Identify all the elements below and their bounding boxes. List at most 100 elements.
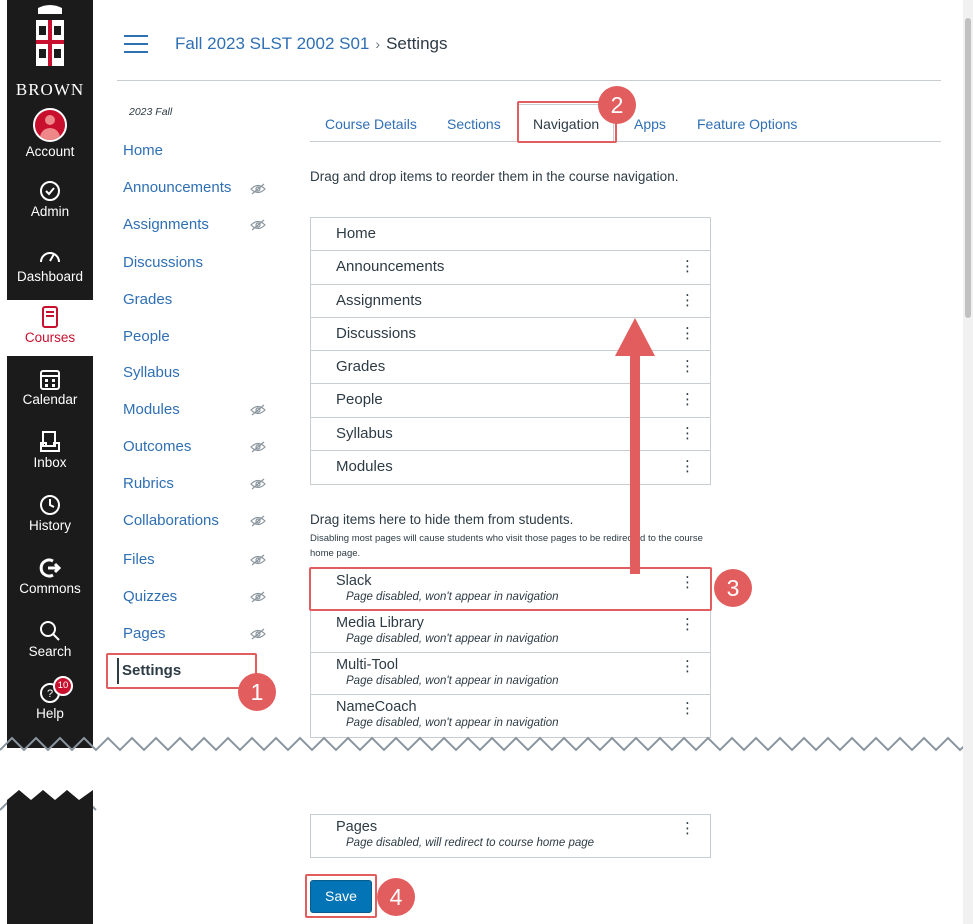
tabs-divider: [310, 141, 941, 142]
course-nav-collaborations[interactable]: Collaborations: [123, 512, 219, 529]
course-nav-people[interactable]: People: [123, 328, 170, 345]
list-item-label: Media Library: [336, 615, 424, 631]
inbox-icon: [40, 431, 60, 452]
course-nav-discussions[interactable]: Discussions: [123, 254, 203, 271]
drag-up-arrow-icon: [615, 318, 655, 574]
list-item-label: Home: [336, 225, 377, 242]
eye-slash-icon: [250, 219, 266, 231]
course-nav-outcomes[interactable]: Outcomes: [123, 438, 191, 455]
course-nav-grades[interactable]: Grades: [123, 291, 172, 308]
list-item[interactable]: Pages Page disabled, will redirect to cou…: [311, 815, 710, 857]
calendar-icon: [40, 370, 60, 390]
course-nav-home[interactable]: Home: [123, 142, 163, 159]
course-nav-syllabus[interactable]: Syllabus: [123, 364, 180, 381]
list-item-label: Pages: [336, 819, 378, 835]
breadcrumb-course-link[interactable]: Fall 2023 SLST 2002 S01: [175, 34, 369, 53]
list-item-status: Page disabled, won't appear in navigatio…: [346, 633, 559, 645]
shield-crest-icon: [36, 5, 64, 66]
kebab-menu-icon[interactable]: ⋮: [680, 701, 695, 716]
step-marker-2: 2: [598, 86, 636, 124]
list-item-label: Assignments: [336, 291, 422, 309]
list-item[interactable]: Assignments ⋮: [311, 285, 710, 318]
tab-course-details[interactable]: Course Details: [325, 116, 417, 132]
hamburger-menu-icon[interactable]: [124, 35, 148, 55]
global-nav-label: Dashboard: [16, 269, 84, 284]
global-nav-dashboard[interactable]: Dashboard: [7, 245, 93, 284]
brand-name: BROWN: [15, 80, 85, 99]
kebab-menu-icon[interactable]: ⋮: [680, 259, 695, 274]
breadcrumb-current: Settings: [386, 34, 448, 53]
speedometer-icon: [40, 252, 60, 263]
global-nav-label: Account: [25, 144, 75, 159]
global-nav-search[interactable]: Search: [7, 620, 93, 659]
global-nav-commons[interactable]: Commons: [7, 557, 93, 596]
highlight-box-save: [305, 874, 377, 918]
tab-feature-options[interactable]: Feature Options: [697, 116, 797, 132]
account-avatar: [33, 108, 67, 142]
clock-icon: [40, 495, 60, 515]
eye-slash-icon: [250, 478, 266, 490]
global-nav-courses[interactable]: Courses: [7, 300, 93, 356]
global-nav-label: Calendar: [22, 392, 78, 407]
list-item-label: Modules: [336, 458, 393, 476]
list-item[interactable]: Media Library Page disabled, won't appear…: [311, 611, 710, 653]
kebab-menu-icon[interactable]: ⋮: [680, 659, 695, 674]
global-nav-label: Help: [36, 706, 64, 721]
list-item-label: Multi-Tool: [336, 657, 399, 673]
global-nav-label: Search: [28, 644, 72, 659]
global-nav-help[interactable]: ? 10 Help: [7, 676, 93, 721]
list-item-label: Grades: [336, 358, 386, 376]
highlight-box-settings: [106, 653, 257, 689]
step-marker-3: 3: [714, 569, 752, 607]
eye-slash-icon: [250, 441, 266, 453]
eye-slash-icon: [250, 628, 266, 640]
scrollbar-thumb[interactable]: [965, 18, 971, 318]
list-item-status: Page disabled, won't appear in navigatio…: [346, 675, 559, 687]
global-nav-label: Commons: [19, 581, 81, 596]
page-scrollbar[interactable]: [963, 0, 973, 924]
course-nav-files[interactable]: Files: [123, 551, 155, 568]
eye-slash-icon: [250, 554, 266, 566]
book-icon: [42, 306, 58, 328]
kebab-menu-icon[interactable]: ⋮: [680, 359, 695, 374]
kebab-menu-icon[interactable]: ⋮: [680, 821, 695, 836]
shield-icon: [40, 181, 60, 201]
list-item[interactable]: Announcements ⋮: [311, 251, 710, 285]
course-nav-rubrics[interactable]: Rubrics: [123, 475, 174, 492]
list-item-status: Page disabled, won't appear in navigatio…: [346, 717, 559, 729]
eye-slash-icon: [250, 404, 266, 416]
global-nav-calendar[interactable]: Calendar: [7, 368, 93, 407]
global-nav-label: Admin: [30, 204, 70, 219]
header-divider: [117, 80, 941, 81]
hidden-nav-list-continued: Pages Page disabled, will redirect to cou…: [310, 814, 711, 858]
step-marker-4: 4: [377, 878, 415, 916]
share-arrow-icon: [39, 558, 61, 578]
global-nav-history[interactable]: History: [7, 494, 93, 533]
list-item-label: People: [336, 391, 383, 409]
list-item-label: Discussions: [336, 324, 417, 342]
list-item[interactable]: Home: [311, 218, 710, 252]
brown-logo[interactable]: BROWN: [7, 0, 93, 100]
kebab-menu-icon[interactable]: ⋮: [680, 326, 695, 341]
global-nav-lower: [7, 800, 93, 924]
reorder-instructions: Drag and drop items to reorder them in t…: [310, 169, 679, 184]
hidden-section-title: Drag items here to hide them from studen…: [310, 512, 574, 527]
course-nav-modules[interactable]: Modules: [123, 401, 180, 418]
global-nav-inbox[interactable]: Inbox: [7, 431, 93, 470]
eye-slash-icon: [250, 515, 266, 527]
course-nav-quizzes[interactable]: Quizzes: [123, 588, 177, 605]
list-item[interactable]: Multi-Tool Page disabled, won't appear in…: [311, 653, 710, 695]
kebab-menu-icon[interactable]: ⋮: [680, 426, 695, 441]
global-nav-account[interactable]: Account: [7, 108, 93, 159]
tab-apps[interactable]: Apps: [634, 116, 666, 132]
course-nav-announcements[interactable]: Announcements: [123, 179, 231, 196]
kebab-menu-icon[interactable]: ⋮: [680, 392, 695, 407]
global-nav-admin[interactable]: Admin: [7, 180, 93, 219]
kebab-menu-icon[interactable]: ⋮: [680, 617, 695, 632]
tab-sections[interactable]: Sections: [447, 116, 501, 132]
global-nav-label: Inbox: [33, 455, 67, 470]
kebab-menu-icon[interactable]: ⋮: [680, 459, 695, 474]
course-nav-assignments[interactable]: Assignments: [123, 216, 209, 233]
course-nav-pages[interactable]: Pages: [123, 625, 166, 642]
kebab-menu-icon[interactable]: ⋮: [680, 293, 695, 308]
